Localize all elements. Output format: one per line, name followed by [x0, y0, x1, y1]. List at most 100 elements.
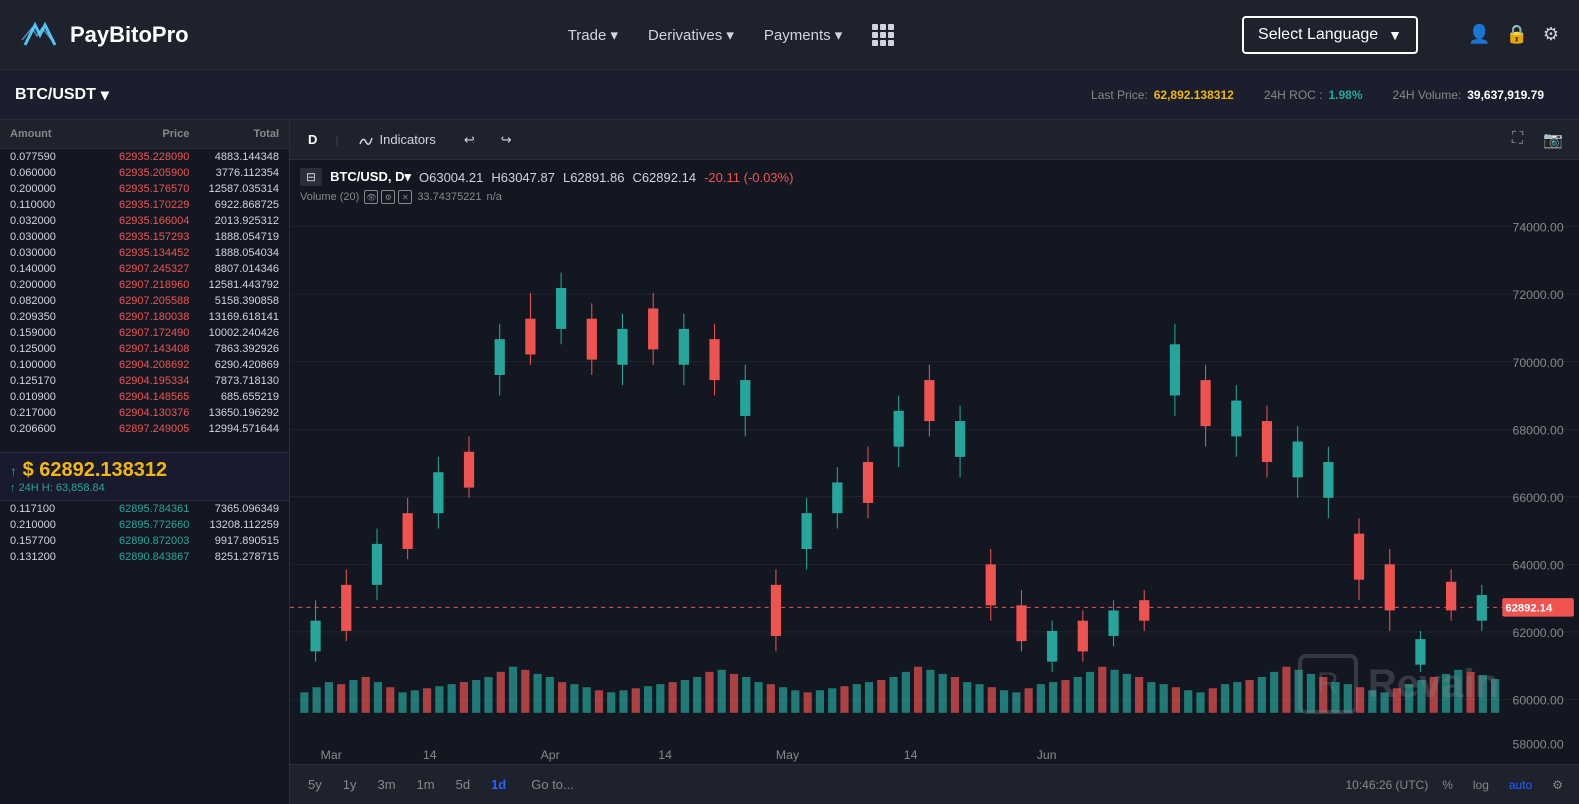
table-row[interactable]: 0.200000 62935.176570 12587.035314 [0, 181, 289, 197]
undo-button[interactable]: ↩ [456, 128, 483, 152]
roc-stat: 24H ROC : 1.98% [1264, 88, 1363, 102]
redo-button[interactable]: ↪ [493, 128, 520, 152]
svg-text:64000.00: 64000.00 [1513, 558, 1564, 572]
last-price-label: Last Price: [1091, 88, 1148, 102]
ob-total: 13208.112259 [189, 519, 279, 531]
ohlc-high: H63047.87 [491, 170, 555, 185]
table-row[interactable]: 0.030000 62935.157293 1888.054719 [0, 229, 289, 245]
table-row[interactable]: 0.217000 62904.130376 13650.196292 [0, 405, 289, 421]
ob-amount: 0.209350 [10, 311, 100, 323]
ob-amount: 0.206600 [10, 423, 100, 435]
svg-text:66000.00: 66000.00 [1513, 491, 1564, 505]
vol-icon-settings[interactable]: ⚙ [381, 190, 395, 204]
price-arrow-icon: ↑ [10, 463, 17, 479]
table-row[interactable]: 0.060000 62935.205900 3776.112354 [0, 165, 289, 181]
grid-icon[interactable] [872, 24, 894, 46]
timeframe-3m-button[interactable]: 3m [369, 774, 403, 795]
nav-payments[interactable]: Payments ▾ [764, 24, 842, 46]
ohlc-low: L62891.86 [563, 170, 624, 185]
pair-selector[interactable]: BTC/USDT ▾ [15, 85, 109, 105]
svg-text:68000.00: 68000.00 [1513, 423, 1564, 437]
settings-icon[interactable]: ⚙ [1543, 24, 1559, 45]
table-row[interactable]: 0.140000 62907.245327 8807.014346 [0, 261, 289, 277]
ohlc-change: -20.11 (-0.03%) [704, 170, 793, 185]
nav-derivatives[interactable]: Derivatives ▾ [648, 24, 734, 46]
ob-price: 62935.176570 [100, 183, 190, 195]
timeframe-day-button[interactable]: D [300, 128, 325, 151]
table-row[interactable]: 0.125000 62907.143408 7863.392926 [0, 341, 289, 357]
goto-button[interactable]: Go to... [519, 774, 586, 795]
camera-icon[interactable]: 📷 [1537, 128, 1569, 152]
table-row[interactable]: 0.077590 62935.228090 4883.144348 [0, 149, 289, 165]
sell-orders: 0.077590 62935.228090 4883.144348 0.0600… [0, 149, 289, 452]
ob-total: 9917.890515 [189, 535, 279, 547]
table-row[interactable]: 0.206600 62897.249005 12994.571644 [0, 421, 289, 437]
nav-trade[interactable]: Trade ▾ [568, 24, 618, 46]
ob-total: 2013.925312 [189, 215, 279, 227]
vol-icon-eye[interactable]: 👁 [364, 190, 378, 204]
table-row[interactable]: 0.030000 62935.134452 1888.054034 [0, 245, 289, 261]
ob-total: 13650.196292 [189, 407, 279, 419]
table-row[interactable]: 0.157700 62890.872003 9917.890515 [0, 533, 289, 549]
table-row[interactable]: 0.200000 62907.218960 12581.443792 [0, 277, 289, 293]
table-row[interactable]: 0.032000 62935.166004 2013.925312 [0, 213, 289, 229]
chart-settings-icon[interactable]: ⚙ [1546, 776, 1569, 794]
table-row[interactable]: 0.210000 62895.772660 13208.112259 [0, 517, 289, 533]
ob-amount: 0.131200 [10, 551, 100, 563]
table-row[interactable]: 0.125170 62904.195334 7873.718130 [0, 373, 289, 389]
svg-text:60000.00: 60000.00 [1513, 694, 1564, 708]
indicators-button[interactable]: Indicators [349, 128, 446, 151]
lock-icon[interactable]: 🔒 [1505, 24, 1527, 45]
ob-price: 62907.180038 [100, 311, 190, 323]
table-row[interactable]: 0.131200 62890.843867 8251.278715 [0, 549, 289, 565]
svg-text:May: May [776, 748, 800, 762]
ob-amount: 0.157700 [10, 535, 100, 547]
ob-price: 62907.172490 [100, 327, 190, 339]
ob-total: 7873.718130 [189, 375, 279, 387]
ob-price: 62904.148565 [100, 391, 190, 403]
orderbook-header: Amount Price Total [0, 120, 289, 149]
ohlc-close: C62892.14 [632, 170, 696, 185]
log-mode-button[interactable]: log [1467, 776, 1495, 794]
chart-pair-info: ⊟ BTC/USD, D▾ O63004.21 H63047.87 L62891… [300, 168, 793, 186]
svg-text:72000.00: 72000.00 [1513, 288, 1564, 302]
ob-amount: 0.030000 [10, 247, 100, 259]
order-book: Amount Price Total 0.077590 62935.228090… [0, 120, 290, 804]
ob-amount: 0.117100 [10, 503, 100, 515]
table-row[interactable]: 0.209350 62907.180038 13169.618141 [0, 309, 289, 325]
ob-total: 8807.014346 [189, 263, 279, 275]
vol-icon-close[interactable]: ✕ [398, 190, 412, 204]
timeframe-5y-button[interactable]: 5y [300, 774, 330, 795]
table-row[interactable]: 0.110000 62935.170229 6922.868725 [0, 197, 289, 213]
ob-price: 62890.872003 [100, 535, 190, 547]
current-price-display: ↑ $ 62892.138312 ↑ 24H H: 63,858.84 [0, 452, 289, 501]
ob-amount: 0.140000 [10, 263, 100, 275]
table-row[interactable]: 0.082000 62907.205588 5158.390858 [0, 293, 289, 309]
svg-text:74000.00: 74000.00 [1513, 221, 1564, 235]
ob-price: 62907.205588 [100, 295, 190, 307]
ob-total: 8251.278715 [189, 551, 279, 563]
chart-type-icon: ⊟ [300, 168, 322, 186]
fullscreen-icon[interactable]: ⛶ [1506, 128, 1529, 152]
user-icon[interactable]: 👤 [1468, 24, 1490, 45]
timeframe-1m-button[interactable]: 1m [409, 774, 443, 795]
auto-mode-button[interactable]: auto [1503, 776, 1538, 794]
table-row[interactable]: 0.100000 62904.208692 6290.420869 [0, 357, 289, 373]
ob-price: 62935.170229 [100, 199, 190, 211]
chart-symbol[interactable]: BTC/USD, D▾ [330, 169, 411, 185]
ob-amount: 0.110000 [10, 199, 100, 211]
language-selector[interactable]: Select Language ▼ [1242, 16, 1418, 54]
main-content: Amount Price Total 0.077590 62935.228090… [0, 120, 1579, 804]
ob-price: 62890.843867 [100, 551, 190, 563]
chart-canvas: ⊟ BTC/USD, D▾ O63004.21 H63047.87 L62891… [290, 160, 1579, 764]
table-row[interactable]: 0.117100 62895.784361 7365.096349 [0, 501, 289, 517]
ob-total: 13169.618141 [189, 311, 279, 323]
timeframe-1y-button[interactable]: 1y [335, 774, 365, 795]
table-row[interactable]: 0.159000 62907.172490 10002.240426 [0, 325, 289, 341]
percent-mode-button[interactable]: % [1436, 776, 1459, 794]
timeframe-1d-button[interactable]: 1d [483, 774, 514, 795]
table-row[interactable]: 0.010900 62904.148565 685.655219 [0, 389, 289, 405]
ob-price: 62935.134452 [100, 247, 190, 259]
timeframe-5d-button[interactable]: 5d [448, 774, 478, 795]
market-stats: Last Price: 62,892.138312 24H ROC : 1.98… [1091, 88, 1544, 102]
